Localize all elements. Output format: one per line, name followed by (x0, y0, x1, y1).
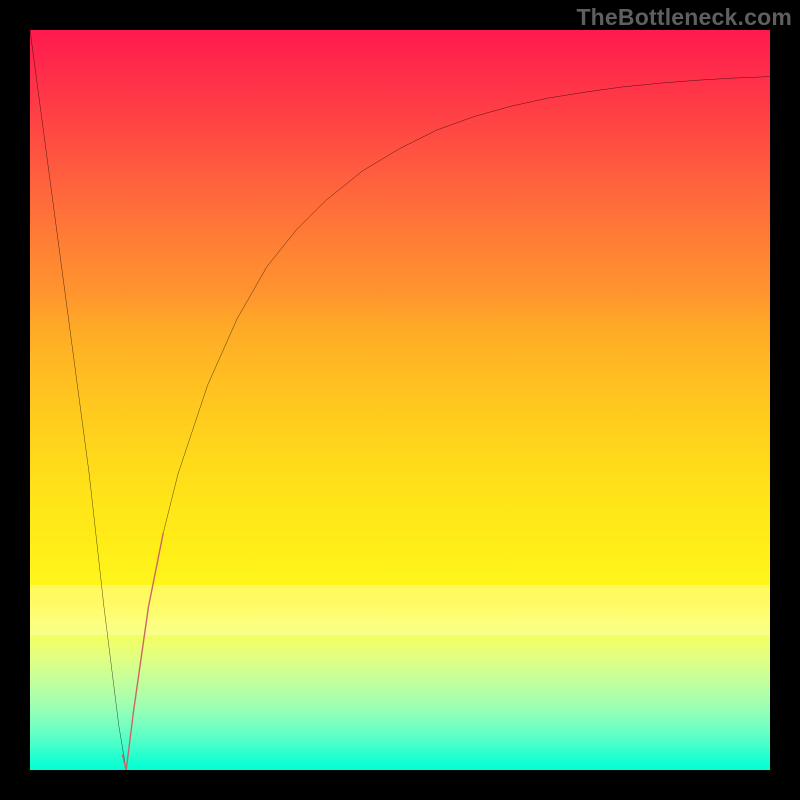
chart-frame: TheBottleneck.com (0, 0, 800, 800)
bottleneck-curve-right (126, 77, 770, 770)
curve-layer (30, 30, 770, 770)
plot-area (30, 30, 770, 770)
highlight-segment (123, 533, 164, 770)
bottleneck-curve-left (30, 30, 126, 770)
watermark-text: TheBottleneck.com (576, 4, 792, 31)
